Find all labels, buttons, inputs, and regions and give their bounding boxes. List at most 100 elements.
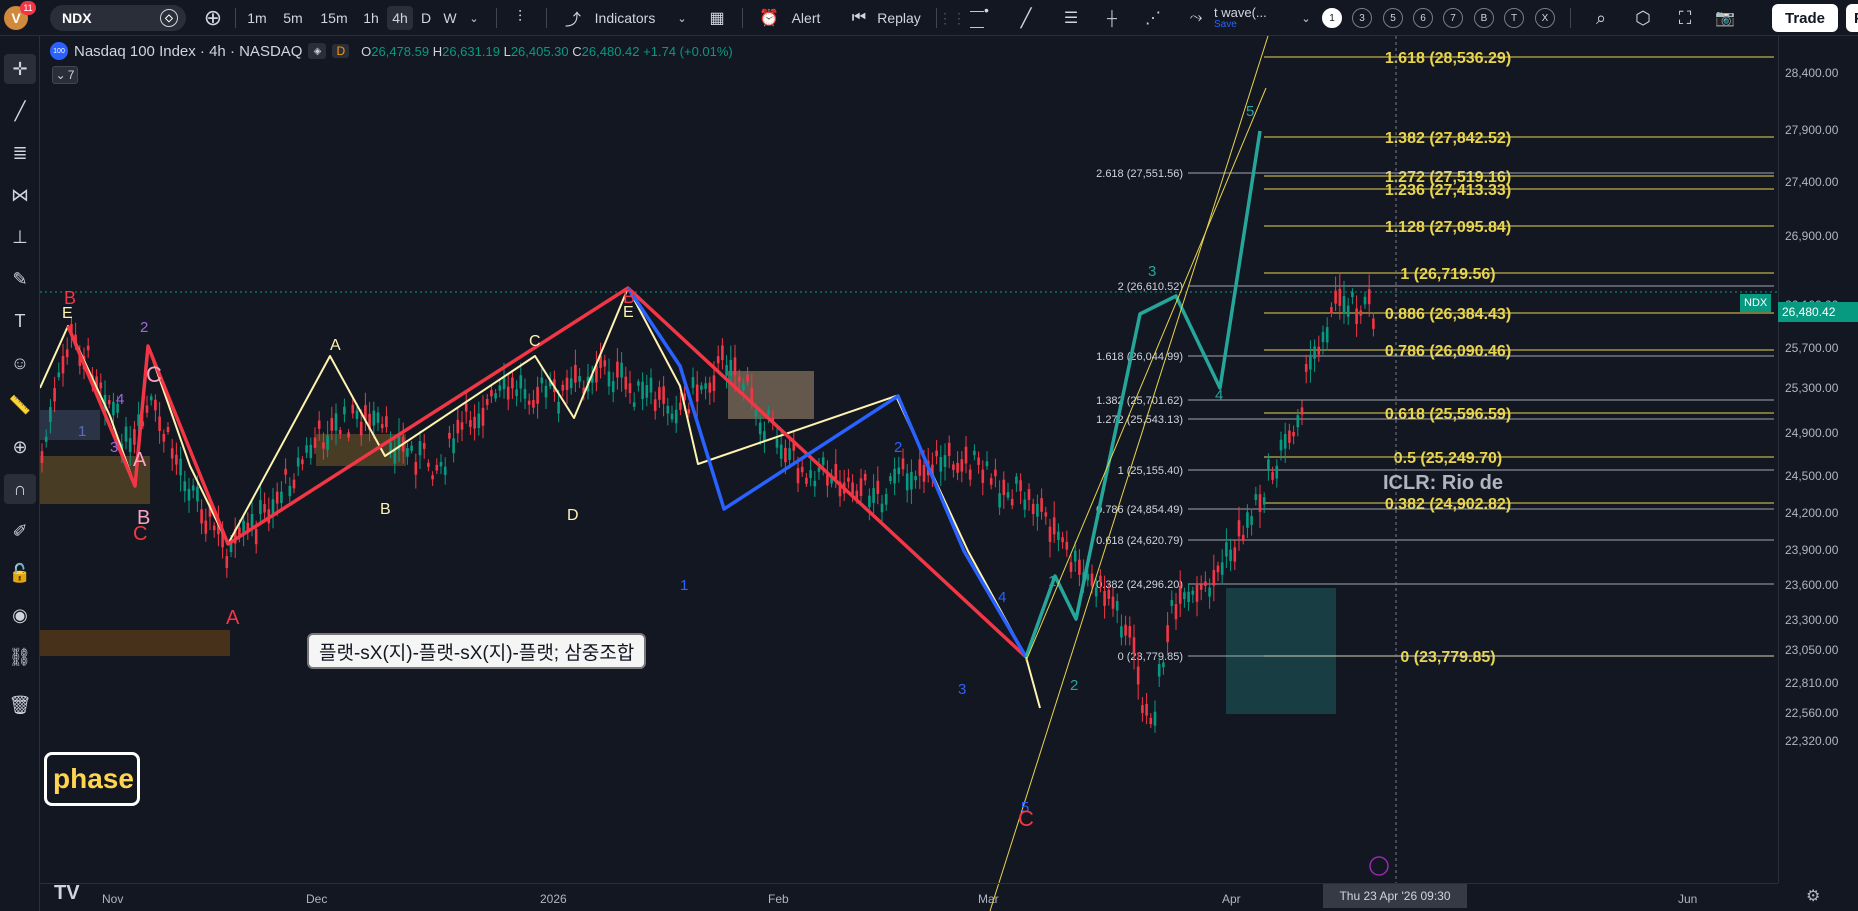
layout-name[interactable]: t wave(... Save: [1214, 6, 1270, 30]
drag-handle-icon[interactable]: ⋮⋮: [938, 6, 966, 30]
timeframe-1m[interactable]: 1m: [244, 6, 270, 30]
candle-body: [1330, 307, 1333, 314]
symbol-search-input[interactable]: NDX ◇: [50, 5, 186, 31]
pattern-callout[interactable]: 플랫-sX(지)-플랫-sX(지)-플랫; 삼중조합: [307, 633, 647, 669]
path-tool-icon[interactable]: ⤳: [1182, 6, 1210, 30]
compare-icon[interactable]: ◇: [160, 9, 178, 27]
camera-icon[interactable]: 📷: [1712, 6, 1738, 30]
candle-body: [359, 421, 363, 436]
replay-button[interactable]: Replay: [874, 6, 924, 30]
divider: [546, 8, 547, 28]
time-axis[interactable]: Nov Dec 2026 Feb Mar Apr Jun: [40, 883, 1778, 911]
text-icon[interactable]: T: [4, 306, 36, 336]
publish-button[interactable]: Pu: [1846, 4, 1858, 32]
top-toolbar: V 11 NDX ◇ ⊕ 1m 5m 15m 1h 4h D W ⌄ ⫶ ⤴ I…: [0, 0, 1858, 36]
price-tick-label: 26,900.00: [1785, 229, 1839, 243]
trend-line-tool-icon[interactable]: ╱: [1012, 6, 1040, 30]
fib-retracement-icon[interactable]: ≣: [4, 138, 36, 168]
timeframe-4h[interactable]: 4h: [387, 6, 413, 30]
preset-b[interactable]: B: [1474, 8, 1494, 28]
indicators-button[interactable]: Indicators: [590, 6, 660, 30]
eye-icon[interactable]: ◉: [4, 600, 36, 630]
visibility-icon[interactable]: ◈: [308, 43, 327, 59]
timeframe-d[interactable]: D: [418, 6, 434, 30]
preset-t[interactable]: T: [1504, 8, 1524, 28]
candle-body: [1124, 624, 1127, 636]
candle-body: [695, 384, 699, 402]
price-tick-label: 24,200.00: [1785, 506, 1839, 520]
timeframe-w[interactable]: W: [440, 6, 460, 30]
chart-title[interactable]: Nasdaq 100 Index · 4h · NASDAQ: [74, 43, 302, 60]
timeframe-15m[interactable]: 15m: [316, 6, 352, 30]
preset-3[interactable]: 3: [1352, 8, 1372, 28]
lock-icon[interactable]: 🔓: [4, 558, 36, 588]
price-axis[interactable]: 28,400.0027,900.0027,400.0026,900.0026,1…: [1778, 36, 1858, 883]
stay-drawing-icon[interactable]: ✐: [4, 516, 36, 546]
fib-label-white: 1.618 (26,044.99): [1096, 351, 1183, 363]
candle-body: [851, 482, 854, 495]
trash-icon[interactable]: 🗑: [4, 690, 36, 720]
candle-body: [107, 400, 111, 405]
save-link[interactable]: Save: [1214, 20, 1237, 30]
layout-dropdown-icon[interactable]: ⌄: [1298, 6, 1314, 30]
candle-body: [376, 412, 380, 423]
wave-label-blue-3: 3: [958, 681, 966, 698]
timeframe-dropdown-icon[interactable]: ⌄: [466, 6, 482, 30]
candle-body: [477, 413, 481, 429]
vertical-line-tool-icon[interactable]: ┼: [1098, 6, 1126, 30]
zoom-in-icon[interactable]: ⊕: [4, 432, 36, 462]
alert-button[interactable]: Alert: [786, 6, 826, 30]
crosshair-icon[interactable]: ✛: [4, 54, 36, 84]
fib-tool-icon[interactable]: ☰: [1056, 6, 1086, 30]
candle-body: [729, 359, 733, 377]
preset-6[interactable]: 6: [1413, 8, 1433, 28]
parallel-channel-icon[interactable]: ⋰: [1138, 6, 1168, 30]
candle-body: [935, 450, 938, 457]
indicators-dropdown-icon[interactable]: ⌄: [674, 6, 690, 30]
candle-body: [1141, 705, 1144, 714]
candle-body: [385, 416, 388, 428]
emoji-icon[interactable]: ☺: [4, 348, 36, 378]
preset-x[interactable]: X: [1535, 8, 1555, 28]
zone-apr: [1226, 588, 1336, 714]
candles-icon[interactable]: ⫶: [508, 6, 532, 30]
time-tick-label: 2026: [540, 892, 567, 906]
brush-icon[interactable]: ✎: [4, 264, 36, 294]
settings-icon[interactable]: ⬡: [1630, 6, 1656, 30]
pattern-icon[interactable]: ⋈: [4, 180, 36, 210]
candle-body: [128, 438, 132, 453]
candle-body: [994, 469, 997, 477]
horizontal-line-tool-icon[interactable]: —•—: [970, 2, 998, 34]
chart-pane[interactable]: 1.618 (28,536.29) 1.382 (27,842.52) 1.272 …: [40, 36, 1818, 911]
alert-icon[interactable]: ⏰: [756, 6, 782, 30]
fib-label: 1.382 (27,842.52): [1385, 130, 1511, 147]
candle-body: [914, 475, 917, 481]
indicators-collapse-button[interactable]: ⌄ 7: [52, 66, 78, 84]
link-icon[interactable]: ⛓: [4, 642, 36, 672]
projection-icon[interactable]: ⊥: [4, 222, 36, 252]
candle-body: [355, 410, 359, 420]
phase-label[interactable]: phase: [44, 752, 140, 806]
indicators-icon[interactable]: ⤴: [560, 6, 586, 30]
preset-7[interactable]: 7: [1443, 8, 1463, 28]
trend-line-icon[interactable]: ╱: [4, 96, 36, 126]
preset-5[interactable]: 5: [1383, 8, 1403, 28]
zoom-icon[interactable]: ⌕: [1588, 6, 1614, 30]
candle-body: [1321, 331, 1325, 343]
magnet-icon[interactable]: ∩: [4, 474, 36, 504]
ruler-icon[interactable]: 📏: [4, 390, 36, 420]
candle-body: [1015, 476, 1018, 484]
trade-button[interactable]: Trade: [1772, 4, 1838, 32]
candle-body: [884, 493, 888, 505]
timeframe-1h[interactable]: 1h: [358, 6, 384, 30]
preset-1[interactable]: 1: [1322, 8, 1342, 28]
fullscreen-icon[interactable]: ⛶: [1672, 6, 1698, 30]
gear-icon[interactable]: ⚙: [1806, 886, 1820, 906]
replay-icon[interactable]: ⏮: [846, 6, 872, 30]
candle-body: [632, 402, 636, 407]
iclr-annotation[interactable]: ICLR: Rio de: [1383, 472, 1503, 495]
add-symbol-icon[interactable]: ⊕: [198, 5, 228, 30]
templates-icon[interactable]: ▦: [704, 6, 730, 30]
timeframe-5m[interactable]: 5m: [278, 6, 308, 30]
candle-body: [469, 420, 472, 428]
